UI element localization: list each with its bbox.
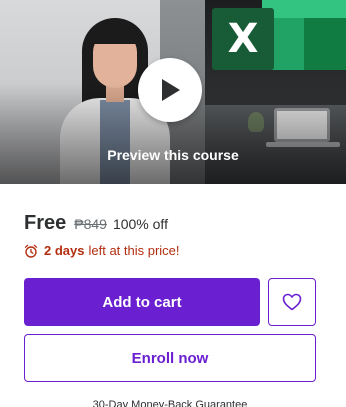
course-preview[interactable]: X Preview this course	[0, 0, 346, 184]
alarm-clock-icon	[24, 244, 38, 258]
discount-timer: 2 days left at this price!	[24, 243, 180, 258]
timer-text: left at this price!	[88, 243, 180, 258]
preview-course-label[interactable]: Preview this course	[0, 147, 346, 163]
enroll-now-button[interactable]: Enroll now	[24, 334, 316, 382]
price-row: Free ₱849 100% off	[24, 212, 168, 235]
current-price: Free	[24, 212, 67, 234]
timer-days: 2 days	[44, 243, 85, 258]
heart-icon	[282, 293, 302, 311]
wishlist-button[interactable]	[268, 278, 316, 326]
play-icon	[162, 79, 180, 101]
play-button[interactable]	[138, 58, 202, 122]
add-to-cart-button[interactable]: Add to cart	[24, 278, 260, 326]
money-back-guarantee: 30-Day Money-Back Guarantee	[92, 399, 248, 407]
discount-percent: 100% off	[112, 216, 168, 232]
original-price: ₱849	[74, 216, 107, 232]
